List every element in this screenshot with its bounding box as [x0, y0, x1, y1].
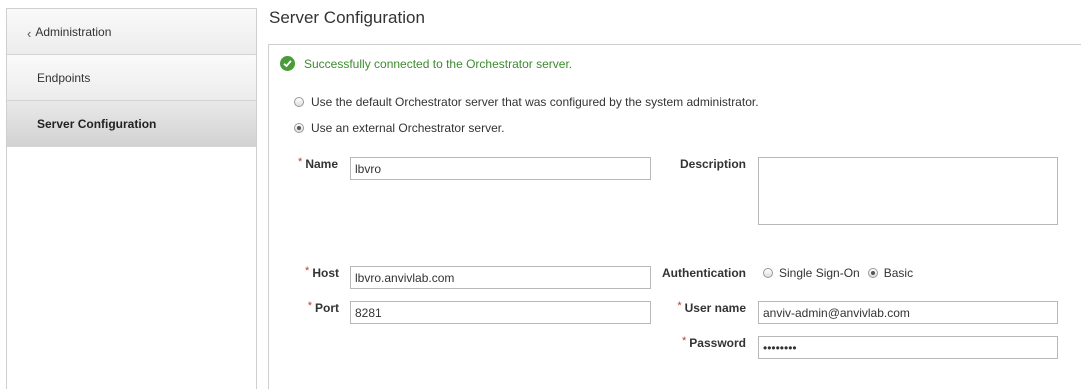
password-field[interactable] — [758, 336, 1058, 359]
username-field[interactable] — [758, 301, 1058, 324]
sidebar-item-label: Server Configuration — [37, 116, 157, 131]
required-marker: * — [682, 335, 687, 347]
external-server-label: Use an external Orchestrator server. — [311, 121, 505, 135]
port-label: * Port — [307, 300, 339, 315]
basic-label: Basic — [883, 266, 914, 280]
external-server-option[interactable]: Use an external Orchestrator server. — [294, 121, 504, 135]
required-marker: * — [677, 300, 682, 312]
sso-radio[interactable] — [763, 268, 773, 278]
port-field[interactable] — [350, 301, 651, 324]
description-label: Description — [679, 157, 746, 171]
required-marker: * — [298, 156, 303, 168]
sidebar: ‹ Administration Endpoints Server Config… — [6, 8, 257, 389]
required-marker: * — [305, 265, 310, 277]
checkmark-icon — [280, 56, 295, 71]
name-label: * Name — [298, 156, 338, 171]
sidebar-item-label: Endpoints — [37, 70, 91, 85]
description-field[interactable] — [758, 157, 1058, 225]
default-server-radio[interactable] — [294, 97, 304, 107]
chevron-left-icon: ‹ — [27, 26, 32, 41]
authentication-label: Authentication — [662, 266, 746, 280]
default-server-label: Use the default Orchestrator server that… — [311, 95, 759, 109]
status-message: Successfully connected to the Orchestrat… — [280, 56, 572, 71]
username-label: * User name — [677, 300, 746, 315]
required-marker: * — [307, 300, 312, 312]
sso-label: Single Sign-On — [779, 266, 860, 280]
external-server-radio[interactable] — [294, 123, 304, 133]
status-text: Successfully connected to the Orchestrat… — [304, 56, 573, 71]
basic-radio[interactable] — [867, 268, 878, 278]
default-server-option[interactable]: Use the default Orchestrator server that… — [294, 95, 759, 109]
host-field[interactable] — [350, 266, 651, 289]
sidebar-item-server-configuration[interactable]: Server Configuration — [7, 101, 256, 147]
sidebar-item-administration[interactable]: ‹ Administration — [7, 9, 256, 55]
authentication-options: Single Sign-On Basic — [763, 266, 921, 280]
host-label: * Host — [305, 265, 339, 280]
sidebar-item-label: Administration — [35, 24, 112, 39]
password-label: * Password — [682, 335, 746, 350]
sidebar-item-endpoints[interactable]: Endpoints — [7, 55, 256, 101]
page-title: Server Configuration — [269, 8, 425, 27]
name-field[interactable] — [350, 157, 651, 180]
